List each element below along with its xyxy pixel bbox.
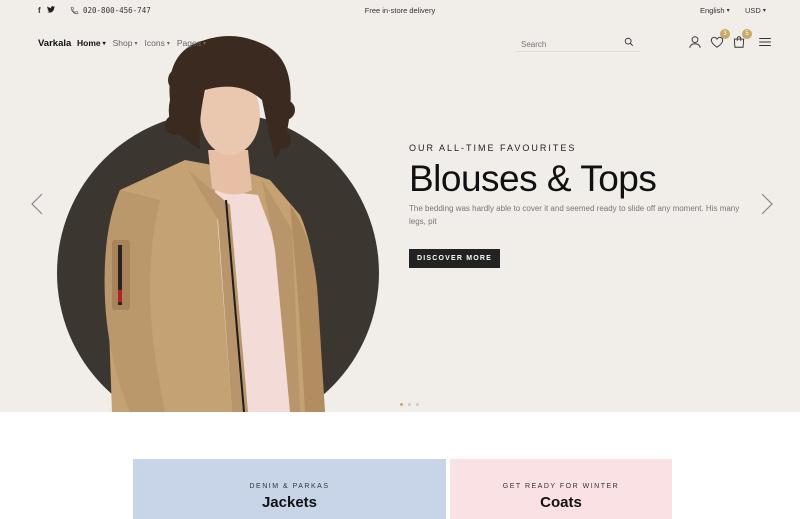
search-icon[interactable]: [624, 37, 634, 47]
menu-item-label: Home: [77, 38, 101, 48]
slider-dot-3[interactable]: [416, 403, 419, 406]
slider-prev-button[interactable]: [30, 193, 46, 215]
slider-dot-2[interactable]: [408, 403, 411, 406]
discover-more-button[interactable]: DISCOVER MORE: [409, 249, 500, 268]
menu-item-icons[interactable]: Icons ▾: [145, 38, 170, 48]
account-button[interactable]: [688, 35, 702, 49]
search-input[interactable]: [516, 36, 616, 53]
hero-description: The bedding was hardly able to cover it …: [409, 204, 740, 226]
slider-dot-1[interactable]: [400, 403, 403, 406]
hero-slider: f 020-800-456-747 Free in-store delivery…: [0, 0, 800, 412]
menu-toggle-button[interactable]: [758, 35, 772, 49]
hamburger-menu-icon: [759, 38, 771, 46]
category-title: Jackets: [261, 494, 318, 511]
chevron-down-icon: ▾: [134, 41, 138, 47]
chevron-right-icon: [761, 193, 773, 215]
hero-subtitle: OUR ALL-TIME FAVOURITES: [409, 143, 577, 153]
category-card-coats[interactable]: GET READY FOR WINTER Coats: [450, 459, 672, 519]
wishlist-button[interactable]: 3: [710, 29, 730, 49]
search-box: [516, 34, 640, 53]
header-actions: 3 5: [688, 29, 772, 49]
chevron-down-icon: ▾: [102, 41, 106, 47]
main-navigation: Varkala Home▾ Shop▾ Icons▾ Pages▾ 3 5: [0, 29, 800, 56]
chevron-left-icon: [31, 193, 43, 215]
menu-item-shop[interactable]: Shop ▾: [113, 38, 138, 48]
category-title: Coats: [540, 494, 582, 511]
menu-item-label: Shop: [112, 38, 133, 48]
category-kicker: DENIM & PARKAS: [249, 483, 330, 490]
chevron-down-icon: ▾: [202, 41, 206, 47]
site-logo[interactable]: Varkala: [38, 38, 71, 49]
chevron-down-icon: ▾: [166, 41, 170, 47]
slider-pagination: [400, 403, 419, 406]
menu-item-pages[interactable]: Pages ▾: [177, 38, 206, 48]
wishlist-count-badge: 3: [720, 29, 730, 39]
category-card-jackets[interactable]: DENIM & PARKAS Jackets: [133, 459, 446, 519]
menu-item-home[interactable]: Home ▾: [77, 38, 106, 48]
user-icon: [689, 36, 701, 48]
hero-title: Blouses & Tops: [409, 158, 657, 199]
main-menu: Home ▾ Shop ▾ Icons ▾ Pages ▾: [77, 38, 206, 48]
category-kicker: GET READY FOR WINTER: [502, 483, 620, 490]
slider-next-button[interactable]: [760, 193, 776, 215]
menu-item-label: Icons: [144, 38, 165, 48]
cart-button[interactable]: 5: [732, 29, 752, 49]
menu-item-label: Pages: [176, 38, 201, 48]
cart-count-badge: 5: [742, 29, 752, 39]
